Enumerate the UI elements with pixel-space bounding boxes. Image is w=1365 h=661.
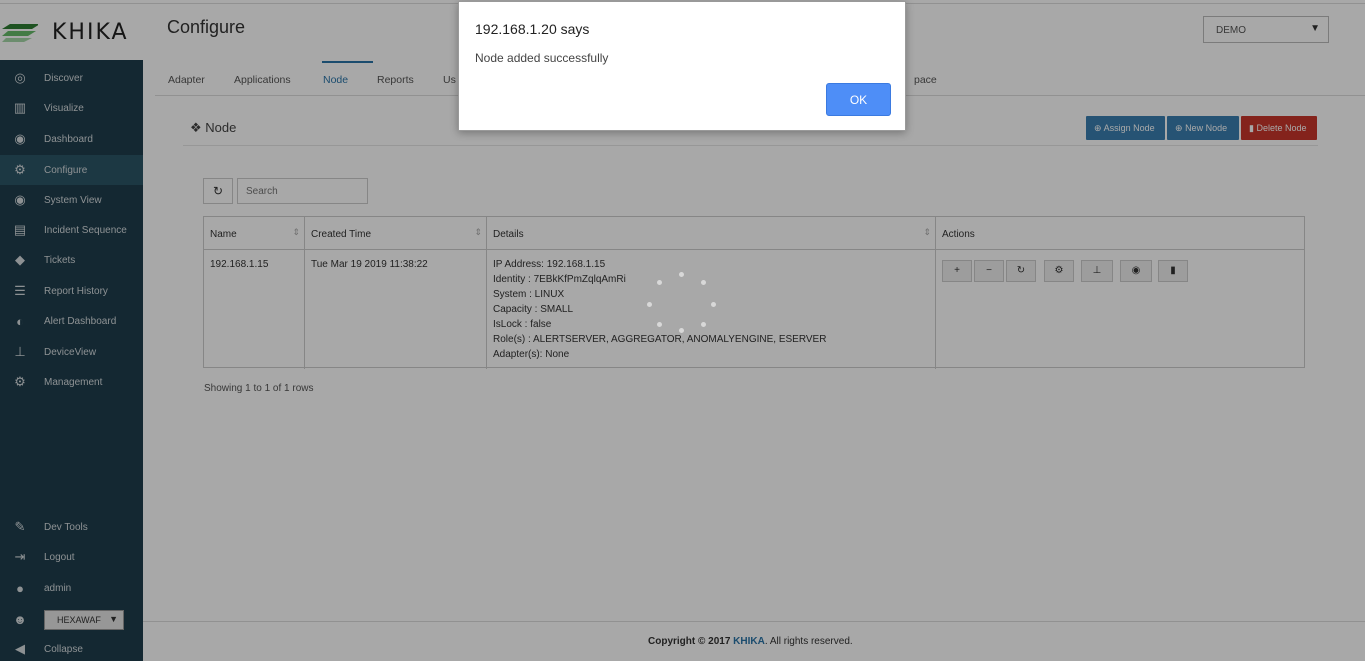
dialog-title: 192.168.1.20 says bbox=[475, 21, 590, 37]
ok-button[interactable]: OK bbox=[826, 83, 891, 116]
alert-dialog: 192.168.1.20 says Node added successfull… bbox=[458, 1, 906, 131]
loading-spinner-icon bbox=[647, 272, 717, 333]
dialog-message: Node added successfully bbox=[475, 51, 609, 65]
